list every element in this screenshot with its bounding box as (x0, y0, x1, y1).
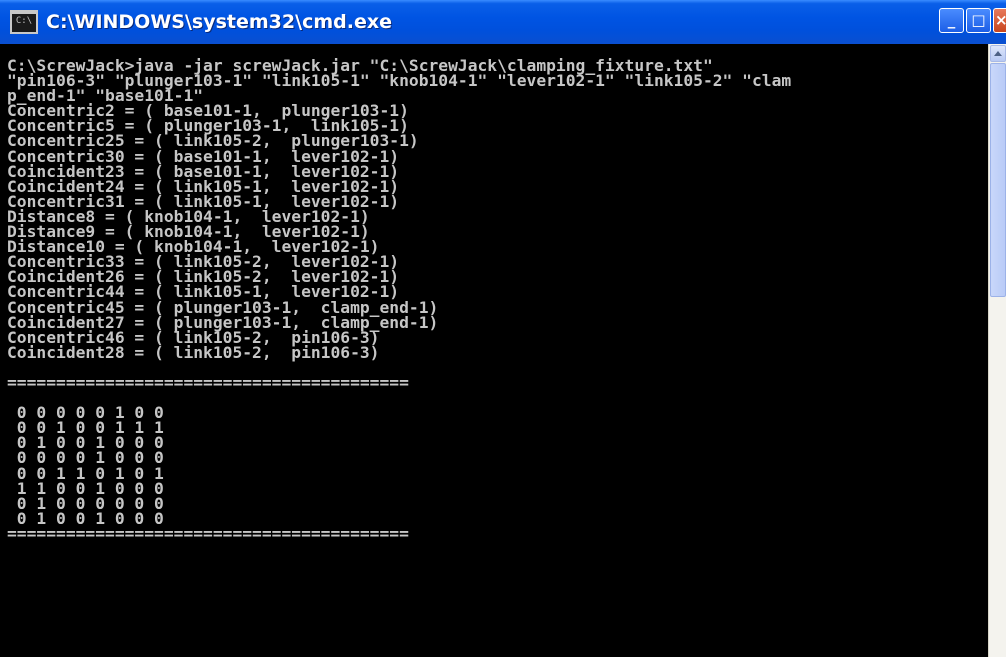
vertical-scrollbar[interactable] (988, 44, 1006, 657)
console-line: ========================================… (7, 372, 409, 392)
console-line: Coincident28 = ( link105-2, pin106-3) (7, 342, 380, 362)
minimize-button[interactable]: _ (939, 8, 964, 33)
window-controls: _ □ × (939, 8, 1006, 33)
scroll-up-arrow-icon[interactable] (990, 45, 1006, 62)
cmd-window: C:\ C:\WINDOWS\system32\cmd.exe _ □ × C:… (0, 0, 1006, 657)
title-bar[interactable]: C:\ C:\WINDOWS\system32\cmd.exe _ □ × (0, 0, 1006, 44)
console-text: C:\ScrewJack>java -jar screwJack.jar "C:… (0, 44, 988, 541)
scroll-thumb[interactable] (990, 63, 1006, 297)
maximize-button[interactable]: □ (966, 8, 991, 33)
console-app-icon[interactable]: C:\ (10, 10, 38, 34)
console-output-area[interactable]: C:\ScrewJack>java -jar screwJack.jar "C:… (0, 44, 988, 657)
console-line: ========================================… (7, 523, 409, 543)
close-button[interactable]: × (993, 8, 1006, 33)
window-title: C:\WINDOWS\system32\cmd.exe (46, 11, 392, 33)
